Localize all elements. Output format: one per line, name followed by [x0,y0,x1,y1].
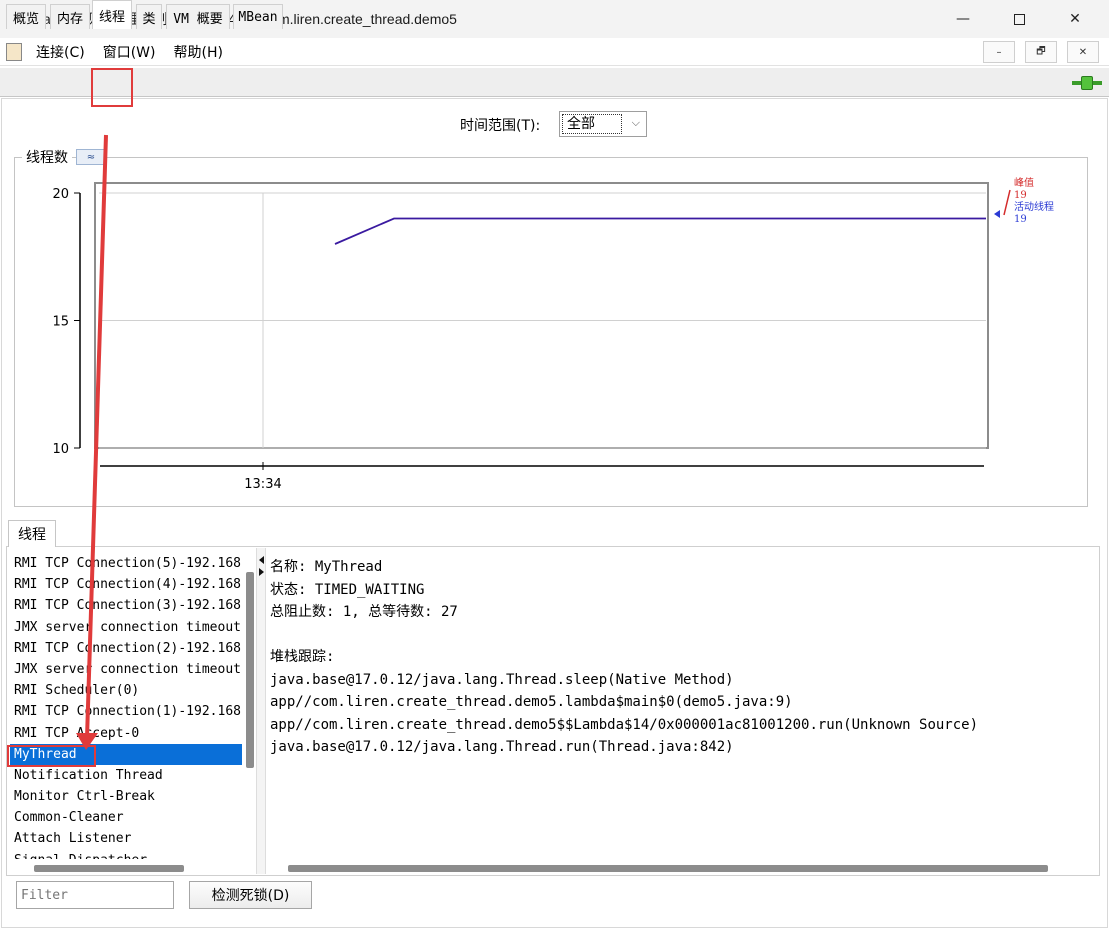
thread-row[interactable]: Attach Listener [10,828,242,849]
thread-row[interactable]: RMI TCP Accept-0 [10,723,242,744]
tab-mbean[interactable]: MBean [233,4,283,29]
detail-line [270,624,1092,647]
row-highlight-box [7,745,96,767]
y-tick-label: 10 [52,442,69,457]
menu-connection[interactable]: 连接(C) [36,42,85,62]
split-pane-divider[interactable] [256,548,266,874]
internal-close-button[interactable]: ✕ [1067,41,1099,63]
tab-vm-summary[interactable]: VM 概要 [166,4,230,29]
menu-bar: 连接(C) 窗口(W) 帮助(H) [0,38,1109,66]
thread-row[interactable]: RMI TCP Connection(2)-192.168 [10,638,242,659]
legend-live-value: 19 [1014,214,1027,225]
menu-help[interactable]: 帮助(H) [173,42,222,62]
legend-peak-label: 峰值 [1014,178,1034,189]
legend-live-label: 活动线程 [1014,202,1054,213]
main-tab-strip [0,68,1109,97]
time-range-label: 时间范围(T): [460,118,541,134]
thread-detail-text: 名称: MyThread 状态: TIMED_WAITING 总阻止数: 1, 总等… [270,556,1092,856]
thread-row[interactable]: RMI Scheduler(0) [10,680,242,701]
connection-status-icon [1072,75,1102,91]
java-cup-icon [6,42,22,61]
plot-frame [94,182,989,449]
y-tick-label: 15 [52,315,69,330]
thread-list[interactable]: RMI TCP Connection(5)-192.168 RMI TCP Con… [10,553,242,859]
tab-classes[interactable]: 类 [136,4,162,29]
detail-line: app//com.liren.create_thread.demo5.lambd… [270,694,793,710]
minimize-button[interactable]: — [940,0,986,38]
thread-row[interactable]: RMI TCP Connection(5)-192.168 [10,553,242,574]
tab-memory[interactable]: 内存 [50,4,90,29]
menu-window[interactable]: 窗口(W) [103,42,156,62]
thread-row[interactable]: RMI TCP Connection(4)-192.168 [10,574,242,595]
live-marker-icon [994,210,1000,218]
thread-row[interactable]: Signal Dispatcher [10,850,242,859]
internal-minimize-button[interactable]: – [983,41,1015,63]
time-range-value: 全部 [562,114,622,134]
collapse-left-icon[interactable] [259,556,264,564]
detail-line: 堆栈跟踪: [270,649,335,665]
detail-line: 名称: MyThread [270,559,383,575]
maximize-button[interactable] [996,0,1042,38]
detail-line: java.base@17.0.12/java.lang.Thread.run(T… [270,739,734,755]
thread-row[interactable]: Common-Cleaner [10,807,242,828]
detail-line: 状态: TIMED_WAITING [270,581,425,598]
peak-marker-icon [1003,189,1011,216]
detail-horizontal-scrollbar[interactable] [288,865,1048,872]
tab-overview[interactable]: 概览 [6,4,46,29]
thread-row[interactable]: RMI TCP Connection(3)-192.168 [10,595,242,616]
detail-line: app//com.liren.create_thread.demo5$$Lamb… [270,716,979,733]
thread-row[interactable]: JMX server connection timeout [10,659,242,680]
thread-list-vertical-scrollbar[interactable] [246,572,254,768]
detail-line: java.base@17.0.12/java.lang.Thread.sleep… [270,671,734,688]
filter-input[interactable] [16,881,174,909]
threads-subtab[interactable]: 线程 [8,520,56,547]
detect-deadlock-button[interactable]: 检测死锁(D) [189,881,312,909]
collapse-right-icon[interactable] [259,568,264,576]
time-range-select[interactable]: 全部 ⌵ [559,111,647,137]
chart-title: 线程数 [22,147,72,167]
thread-row[interactable]: RMI TCP Connection(1)-192.168 [10,701,242,722]
legend-peak-value: 19 [1014,190,1027,201]
chevron-down-icon: ⌵ [631,116,640,129]
maximize-icon [1013,13,1025,25]
thread-list-horizontal-scrollbar[interactable] [34,865,184,872]
close-button[interactable]: ✕ [1052,0,1098,38]
tab-threads[interactable]: 线程 [92,0,132,29]
thread-row[interactable]: JMX server connection timeout [10,617,242,638]
y-tick-label: 20 [52,187,69,202]
thread-count-chart: 20 15 10 13:34 [52,182,1011,492]
detail-line: 总阻止数: 1, 总等待数: 27 [270,604,458,620]
internal-restore-button[interactable]: 🗗 [1025,41,1057,63]
thread-row[interactable]: Notification Thread [10,765,242,786]
collapse-chart-button[interactable]: ≈ [76,149,106,165]
chart-legend: 峰值 19 活动线程 19 [1014,178,1054,226]
thread-row[interactable]: Monitor Ctrl-Break [10,786,242,807]
x-tick-label: 13:34 [244,477,281,492]
tab-highlight-box [91,68,133,107]
